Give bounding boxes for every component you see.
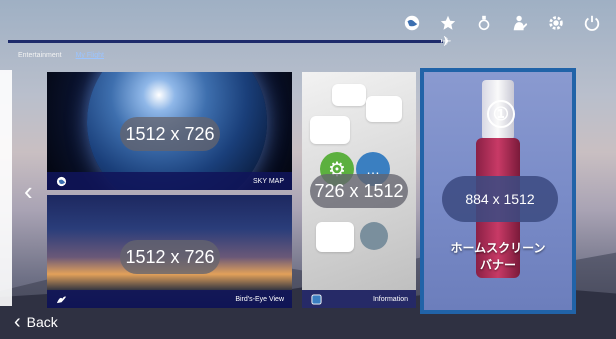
back-button[interactable]: ‹ Back: [14, 312, 58, 332]
medal-icon[interactable]: [466, 10, 502, 36]
speech-bubble-icon: [316, 222, 354, 252]
tile-label: Information: [372, 295, 408, 303]
home-screen-banner[interactable]: ① 884 x 1512 ホームスクリーン バナー: [420, 68, 576, 314]
size-label: 884 x 1512: [442, 176, 558, 222]
tile-footer: SKY MAP: [47, 172, 292, 190]
globe-icon: [360, 222, 388, 250]
power-icon[interactable]: [574, 10, 610, 36]
tile-footer: Information: [302, 290, 416, 308]
top-bar: ✈ Entertainment My Flight: [0, 0, 616, 59]
globe-icon: [55, 175, 67, 187]
flight-progress-bar: [8, 40, 443, 43]
banner-title: ホームスクリーン バナー: [424, 240, 572, 274]
speech-bubble-icon: [310, 116, 350, 144]
info-icon: [310, 293, 322, 305]
attendant-icon[interactable]: [502, 10, 538, 36]
speech-bubble-icon: [332, 84, 366, 106]
tile-label: Bird's-Eye View: [235, 295, 284, 303]
tile-label: SKY MAP: [253, 177, 284, 185]
banner-number-badge: ①: [487, 100, 515, 128]
size-label: 726 x 1512: [310, 174, 408, 208]
size-label: 1512 x 726: [120, 240, 220, 274]
banner-title-line2: バナー: [479, 258, 516, 272]
globe-icon[interactable]: [394, 10, 430, 36]
airplane-icon: ✈: [440, 33, 452, 49]
tile-information[interactable]: ⚙ … 726 x 1512 Information: [302, 72, 416, 308]
size-label: 1512 x 726: [120, 117, 220, 151]
tile-footer: Bird's-Eye View: [47, 290, 292, 308]
bird-icon: [55, 293, 67, 305]
top-icon-bar: [394, 10, 610, 36]
left-edge-strip: [0, 70, 12, 306]
previous-arrow-icon[interactable]: ‹: [24, 176, 33, 207]
tile-birds-eye-view[interactable]: 1512 x 726 Bird's-Eye View: [47, 195, 292, 308]
tile-sky-map[interactable]: 1512 x 726 SKY MAP: [47, 72, 292, 190]
banner-title-line1: ホームスクリーン: [450, 241, 546, 255]
tab-entertainment[interactable]: Entertainment: [18, 52, 62, 59]
back-label: Back: [26, 314, 58, 330]
speech-bubble-icon: [366, 96, 402, 122]
gear-icon[interactable]: [538, 10, 574, 36]
chevron-left-icon: ‹: [14, 311, 21, 333]
tab-my-flight[interactable]: My Flight: [76, 52, 104, 59]
tab-bar: Entertainment My Flight: [18, 52, 104, 59]
